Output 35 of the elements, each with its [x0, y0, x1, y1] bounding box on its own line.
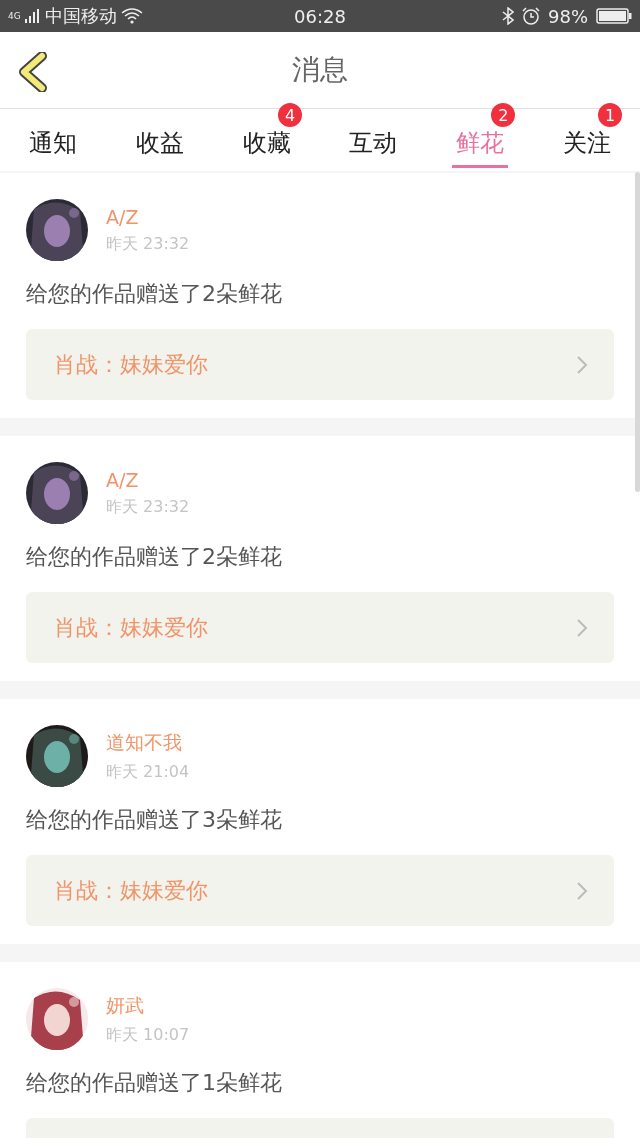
message-time: 昨天 23:32 — [106, 233, 190, 255]
chevron-icon — [576, 880, 588, 901]
clock-time: 06:28 — [294, 5, 346, 27]
network-type: 4G — [8, 11, 21, 21]
bluetooth-icon — [502, 7, 514, 25]
tab[interactable]: 互动 — [345, 118, 402, 168]
message-time: 昨天 23:32 — [106, 496, 190, 518]
message-time: 昨天 21:04 — [106, 761, 190, 783]
wifi-icon — [120, 8, 143, 24]
carrier-name: 中国移动 — [44, 4, 117, 28]
work-link[interactable]: 肖战：妹妹爱你 — [26, 329, 614, 400]
back-icon[interactable] — [16, 52, 48, 92]
page-title: 消息 — [292, 52, 348, 88]
work-link[interactable]: 肖战：妹妹爱你 — [26, 855, 614, 926]
sender-name[interactable]: 道知不我 — [106, 729, 190, 756]
tab[interactable]: 通知 — [25, 118, 82, 168]
tab[interactable]: 收益 — [132, 118, 188, 168]
battery-percent: 98% — [548, 5, 588, 27]
sender-name[interactable]: A/Z — [106, 468, 190, 491]
message-time: 昨天 10:07 — [106, 1024, 190, 1046]
message-text: 给您的作品赠送了3朵鲜花 — [26, 806, 283, 834]
chevron-icon — [576, 617, 588, 638]
count-badge: 2 — [491, 103, 516, 127]
battery-icon — [596, 7, 632, 25]
count-badge: 1 — [598, 103, 623, 127]
signal-icon — [24, 8, 41, 24]
message-text: 给您的作品赠送了2朵鲜花 — [26, 280, 283, 308]
work-link[interactable]: 肖战：妹妹爱你 — [26, 592, 614, 663]
count-badge: 4 — [278, 103, 302, 127]
sender-name[interactable]: A/Z — [106, 205, 190, 228]
message-text: 给您的作品赠送了2朵鲜花 — [26, 543, 283, 571]
message-text: 给您的作品赠送了1朵鲜花 — [26, 1069, 283, 1097]
alarm-icon — [522, 7, 540, 25]
sender-name[interactable]: 妍武 — [106, 992, 190, 1019]
chevron-icon — [576, 354, 588, 375]
